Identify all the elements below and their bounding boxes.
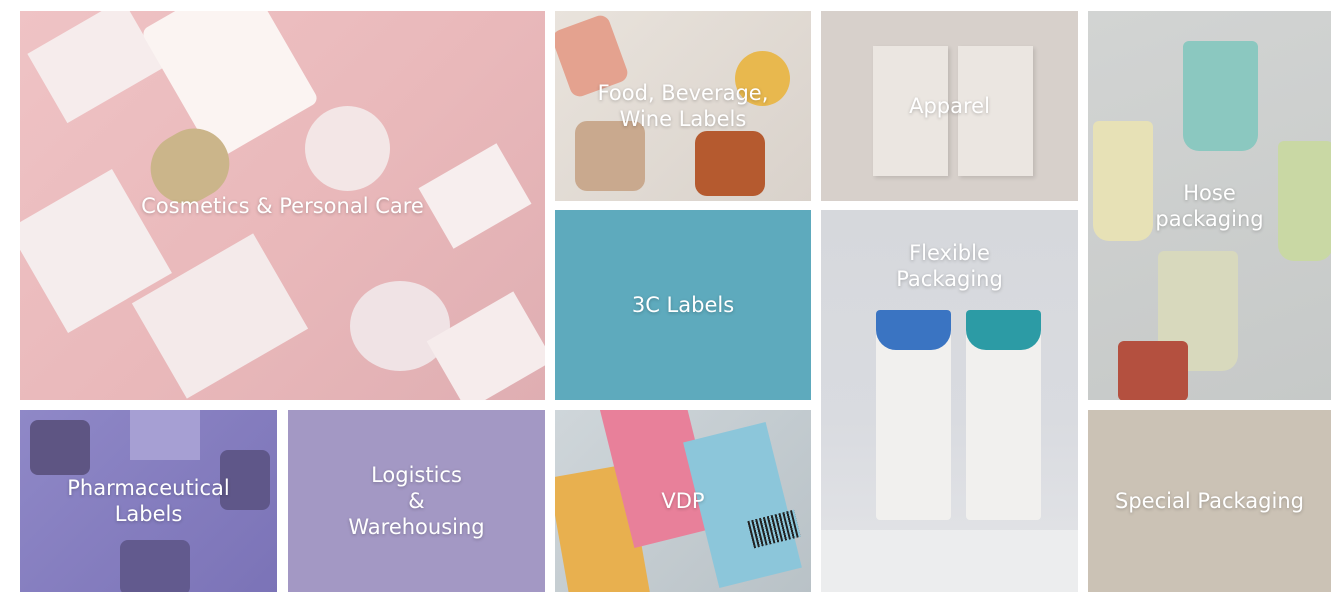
- tile-label: Special Packaging: [1115, 489, 1304, 513]
- tile-food-beverage-wine-labels[interactable]: Food, Beverage, Wine Labels: [555, 11, 811, 201]
- tile-label: Pharmaceutical Labels: [67, 476, 230, 526]
- tile-label: Food, Beverage, Wine Labels: [597, 81, 769, 131]
- tile-3c-labels[interactable]: 3C Labels: [555, 210, 811, 400]
- tile-label: Hose packaging: [1155, 180, 1264, 231]
- tile-special-packaging[interactable]: Special Packaging: [1088, 410, 1331, 592]
- tile-label: Cosmetics & Personal Care: [141, 193, 424, 218]
- tile-vdp[interactable]: VDP: [555, 410, 811, 592]
- tile-label: Apparel: [909, 94, 990, 118]
- tile-label: VDP: [661, 489, 705, 513]
- tile-cosmetics-personal-care[interactable]: Cosmetics & Personal Care: [20, 11, 545, 400]
- tile-apparel[interactable]: Apparel: [821, 11, 1078, 201]
- tile-label: Flexible Packaging: [896, 241, 1003, 291]
- tile-pharmaceutical-labels[interactable]: Pharmaceutical Labels: [20, 410, 277, 592]
- tile-label: 3C Labels: [631, 293, 735, 317]
- tile-label: Logistics & Warehousing: [348, 463, 485, 539]
- tile-logistics-warehousing[interactable]: Logistics & Warehousing: [288, 410, 545, 592]
- tile-flexible-packaging[interactable]: Flexible Packaging: [821, 210, 1078, 592]
- tile-hose-packaging[interactable]: Hose packaging: [1088, 11, 1331, 400]
